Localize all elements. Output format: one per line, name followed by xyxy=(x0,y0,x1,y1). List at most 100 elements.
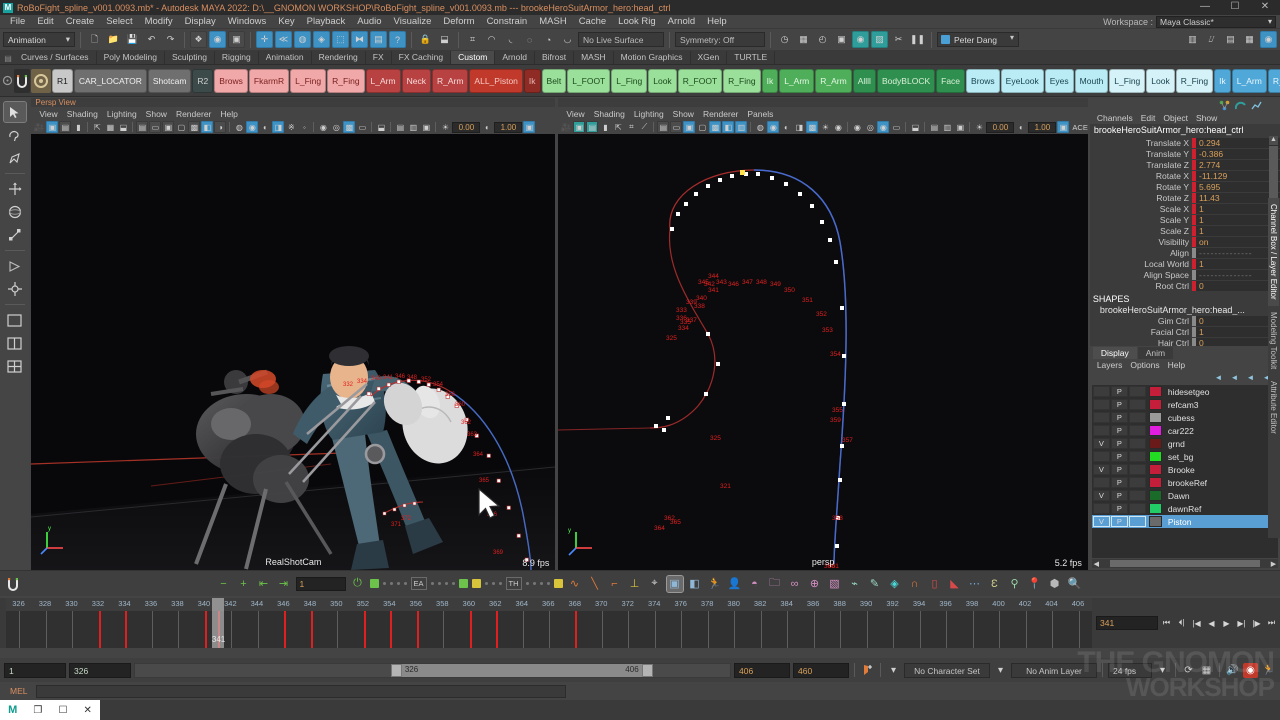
animation-end-time-field[interactable]: 460 xyxy=(793,663,849,678)
audio-icon[interactable]: 🔊 xyxy=(1225,663,1240,678)
channel-value[interactable]: 2.774 xyxy=(1196,160,1280,170)
shelf-button-l-fing[interactable]: L_Fing xyxy=(611,69,647,93)
pin-icon[interactable]: 📍 xyxy=(1027,576,1043,592)
menu-cache[interactable]: Cache xyxy=(573,15,612,29)
shelf-button-eyelook[interactable]: EyeLook xyxy=(1001,69,1044,93)
xray-joints-icon[interactable]: ▩ xyxy=(806,121,818,133)
exposure-icon[interactable]: ☀ xyxy=(973,121,985,133)
layer-color-swatch[interactable] xyxy=(1149,386,1162,397)
playback-speed-field[interactable]: 24 fps xyxy=(1108,663,1152,678)
live-surface-field[interactable]: No Live Surface xyxy=(578,32,664,47)
shelf-button-r-arm[interactable]: R_Arm xyxy=(432,69,468,93)
layer-type-toggle[interactable] xyxy=(1129,399,1146,410)
depth-of-field-icon[interactable]: ◐ xyxy=(780,121,792,133)
viewport-right-menu-shading[interactable]: Shading xyxy=(590,109,629,119)
menu-help[interactable]: Help xyxy=(701,15,733,29)
wireframe-shading-icon[interactable]: ▤ xyxy=(657,121,669,133)
shelf-button-l-arm[interactable]: L_Arm xyxy=(779,69,814,93)
mask-joint-icon[interactable]: ≪ xyxy=(275,31,292,48)
menu-edit[interactable]: Edit xyxy=(31,15,59,29)
step-back-key-button[interactable]: ⏴| xyxy=(1175,616,1188,630)
graph-editor-icon[interactable]: ▣ xyxy=(667,576,683,592)
layer-visibility-toggle[interactable]: V xyxy=(1093,516,1110,527)
scroll-up-arrow-icon[interactable]: ▲ xyxy=(1269,136,1278,145)
channel-row[interactable]: Translate X0.294 xyxy=(1090,137,1280,148)
shelf-button-bodyblock[interactable]: BodyBLOCK xyxy=(877,69,935,93)
folder-icon[interactable]: 🗀 xyxy=(767,576,783,592)
shelf-tab-motion-graphics[interactable]: Motion Graphics xyxy=(614,51,691,64)
shelf-tab-curves-surfaces[interactable]: Curves / Surfaces xyxy=(14,51,97,64)
viewport-right-canvas[interactable]: 333 334 335 336 337 338 339 340 341 342 … xyxy=(558,134,1087,570)
shadows-icon[interactable]: ◧ xyxy=(722,121,734,133)
snap-grid-icon[interactable]: ⌗ xyxy=(464,31,481,48)
shade-wireframe-icon[interactable]: ▣ xyxy=(162,121,174,133)
go-to-start-button[interactable]: ⏮ xyxy=(1160,616,1173,630)
ghost-icon[interactable]: ◓ xyxy=(747,576,763,592)
channel-row[interactable]: Rotate Y5.695 xyxy=(1090,181,1280,192)
anim-layer-dropdown-arrow-icon[interactable]: ▾ xyxy=(993,663,1008,678)
maximize-button[interactable]: ☐ xyxy=(1220,0,1250,15)
scale-tool-icon[interactable] xyxy=(4,225,26,245)
keyframe-tick[interactable] xyxy=(284,611,286,648)
use-all-lights-icon[interactable]: ▩ xyxy=(709,121,721,133)
camera-bookmark-icon[interactable]: ▤ xyxy=(59,121,71,133)
shade-wireframe-icon[interactable]: ▣ xyxy=(683,121,695,133)
time-slider[interactable]: 3263283303323343363383403423443463483503… xyxy=(6,598,1092,648)
layer-visibility-toggle[interactable]: V xyxy=(1093,438,1110,449)
layer-row[interactable]: PdawnRef xyxy=(1092,502,1278,515)
layer-row[interactable]: PbrookeRef xyxy=(1092,476,1278,489)
layer-playback-toggle[interactable]: P xyxy=(1111,399,1128,410)
menu-create[interactable]: Create xyxy=(60,15,101,29)
channel-box-menu-object[interactable]: Object xyxy=(1160,113,1191,123)
shadows-icon[interactable]: ◧ xyxy=(201,121,213,133)
grid-toggle-icon[interactable]: ▦ xyxy=(104,121,116,133)
shelf-button-l-arm[interactable]: L_Arm xyxy=(366,69,401,93)
keyframe-tick[interactable] xyxy=(364,611,366,648)
layer-type-toggle[interactable] xyxy=(1129,386,1146,397)
layer-row[interactable]: Pcar222 xyxy=(1092,424,1278,437)
viewport-right-menu-view[interactable]: View xyxy=(562,109,588,119)
layer-color-swatch[interactable] xyxy=(1149,464,1162,475)
shelf-button-ik[interactable]: Ik xyxy=(1214,69,1231,93)
xray-icon[interactable]: ◨ xyxy=(272,121,284,133)
step-forward-frame-button[interactable]: ▶| xyxy=(1235,616,1248,630)
viewport-left-menu-help[interactable]: Help xyxy=(216,109,241,119)
playback-start-time-field[interactable]: 326 xyxy=(69,663,131,678)
panel-zoom-out-icon[interactable]: ▥ xyxy=(407,121,419,133)
ao-icon[interactable]: ▥ xyxy=(735,121,747,133)
layer-playback-toggle[interactable]: P xyxy=(1111,503,1128,514)
menu-deform[interactable]: Deform xyxy=(437,15,480,29)
menu-select[interactable]: Select xyxy=(100,15,138,29)
channel-box-icon[interactable] xyxy=(1234,99,1246,111)
shelf-tab-sculpting[interactable]: Sculpting xyxy=(165,51,215,64)
plus-icon[interactable]: + xyxy=(236,576,252,592)
layer-color-swatch[interactable] xyxy=(1149,412,1162,423)
highlight-selection-icon[interactable]: ⬓ xyxy=(436,31,453,48)
layer-row[interactable]: VPDawn xyxy=(1092,489,1278,502)
power-icon[interactable]: ⏻ xyxy=(350,576,366,592)
viewport-right-menu-renderer[interactable]: Renderer xyxy=(699,109,742,119)
layer-visibility-toggle[interactable] xyxy=(1093,399,1110,410)
panel-zoom-in-icon[interactable]: ▤ xyxy=(394,121,406,133)
playback-speed-dropdown-icon[interactable]: ▾ xyxy=(1155,663,1170,678)
keyframe-tick[interactable] xyxy=(575,611,577,648)
viewport-right-menu-show[interactable]: Show xyxy=(669,109,698,119)
channel-row[interactable]: Visibilityon xyxy=(1090,236,1280,247)
camera-attributes-icon[interactable]: ▣ xyxy=(573,121,585,133)
shelf-button-look[interactable]: Look xyxy=(1146,69,1174,93)
layout-single-icon[interactable] xyxy=(4,310,26,330)
layer-editor-menu-options[interactable]: Options xyxy=(1127,360,1162,370)
xray-icon[interactable]: ◨ xyxy=(793,121,805,133)
more-icon[interactable]: ⋯ xyxy=(967,576,983,592)
globe-icon[interactable]: ⊕ xyxy=(807,576,823,592)
gamma-value[interactable]: 1.00 xyxy=(1028,122,1056,133)
film-gate-icon[interactable]: ⟋ xyxy=(638,121,650,133)
shelf-button-belt[interactable]: Belt xyxy=(542,69,567,93)
layer-move-up-icon[interactable]: ◄ xyxy=(1213,372,1224,383)
viewport-left-menu-view[interactable]: View xyxy=(35,109,61,119)
mask-deformer-icon[interactable]: ⬚ xyxy=(332,31,349,48)
menu-visualize[interactable]: Visualize xyxy=(388,15,438,29)
hypershade-icon[interactable]: ◉ xyxy=(852,31,869,48)
menu-set-combo[interactable]: Animation xyxy=(3,32,75,47)
mask-rendering-icon[interactable]: ▤ xyxy=(370,31,387,48)
